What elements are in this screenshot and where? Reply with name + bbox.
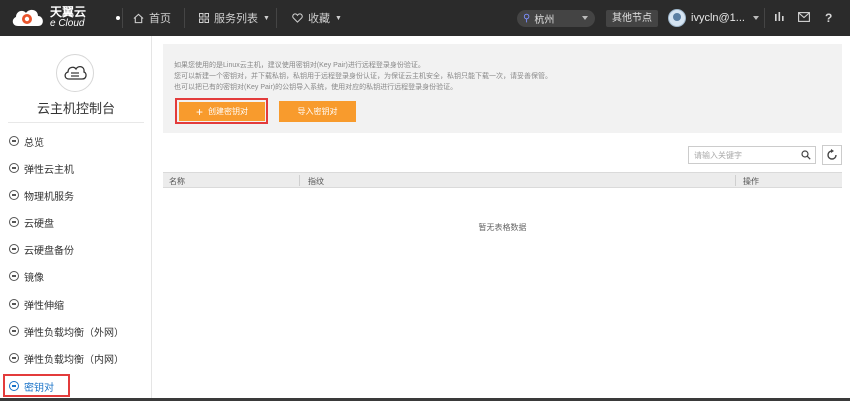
sidebar-item-disk[interactable]: 云硬盘 (0, 209, 152, 235)
nav-favorites[interactable]: 收藏 ▼ (292, 0, 342, 36)
refresh-icon (827, 149, 837, 160)
refresh-button[interactable] (822, 145, 842, 165)
sidebar-item-label: 云硬盘备份 (24, 245, 74, 257)
sidebar-item-elb-internal[interactable]: 弹性负载均衡（内网） (0, 345, 152, 371)
physical-server-icon (9, 190, 19, 200)
nav-favorites-label: 收藏 (308, 13, 330, 25)
chevron-down-icon (752, 16, 759, 20)
empty-table-message: 暂无表格数据 (478, 223, 527, 232)
column-header-name[interactable]: 名称 (169, 176, 185, 187)
search-box (688, 146, 816, 164)
sidebar-item-label: 弹性负载均衡（外网） (24, 327, 124, 339)
load-balancer-icon (9, 353, 19, 363)
home-icon (133, 13, 144, 23)
sidebar-divider (8, 122, 144, 123)
location-pin-icon: ⚲ (523, 13, 531, 24)
sidebar-item-label: 物理机服务 (24, 191, 74, 203)
column-header-fingerprint[interactable]: 指纹 (308, 176, 324, 187)
grid-icon (199, 13, 209, 23)
user-menu[interactable]: ivycln@1... (668, 8, 759, 28)
notice-line: 如果您使用的是Linux云主机，建议使用密钥对(Key Pair)进行远程登录身… (174, 62, 425, 69)
nav-services[interactable]: 服务列表 ▼ (199, 0, 270, 36)
search-icon[interactable] (801, 150, 811, 160)
heart-icon (292, 13, 303, 23)
console-title: 云主机控制台 (36, 101, 115, 116)
sidebar-item-label: 云硬盘 (24, 218, 54, 230)
help-icon[interactable]: ? (825, 11, 832, 25)
sidebar-item-image[interactable]: 镜像 (0, 263, 152, 289)
sidebar-item-label: 总览 (24, 137, 44, 149)
nav-divider (276, 8, 277, 28)
nav-divider (122, 8, 123, 28)
scaling-icon (9, 299, 19, 309)
sidebar-item-label: 镜像 (24, 272, 44, 284)
console-logo (56, 54, 94, 92)
column-divider (299, 175, 300, 186)
sidebar-item-ecs[interactable]: 弹性云主机 (0, 155, 152, 181)
brand-name-en: e Cloud (50, 18, 85, 29)
search-input[interactable] (689, 147, 797, 163)
brand-name-cn: 天翼云 (50, 5, 87, 19)
notice-line: 也可以把已有的密钥对(Key Pair)的公钥导入系统，使用对应的私钥进行远程登… (174, 84, 458, 91)
column-divider (735, 175, 736, 186)
load-balancer-icon (9, 326, 19, 336)
backup-icon (9, 244, 19, 254)
image-icon (9, 271, 19, 281)
brand-text: 天翼云 e Cloud (50, 5, 87, 29)
brand-logo[interactable]: 天翼云 e Cloud (10, 4, 120, 32)
top-navbar: 天翼云 e Cloud 首页 服务列表 ▼ 收藏 ▼ ⚲ 杭州 其他节点 ivy… (0, 0, 850, 36)
server-icon (9, 163, 19, 173)
bars-icon[interactable] (774, 11, 785, 25)
chevron-down-icon: ▼ (263, 14, 270, 22)
create-button-highlight (175, 98, 268, 124)
nav-home[interactable]: 首页 (133, 0, 171, 36)
sidebar-item-elb-external[interactable]: 弹性负载均衡（外网） (0, 318, 152, 344)
sidebar-item-label: 弹性云主机 (24, 164, 74, 176)
cloud-logo-icon (12, 9, 43, 26)
mail-icon[interactable] (798, 11, 810, 25)
chevron-down-icon (582, 16, 588, 20)
import-keypair-button[interactable]: 导入密钥对 (279, 101, 356, 122)
nav-divider (764, 8, 765, 28)
app-frame: 天翼云 e Cloud 首页 服务列表 ▼ 收藏 ▼ ⚲ 杭州 其他节点 ivy… (0, 0, 850, 401)
sidebar-item-label: 弹性负载均衡（内网） (24, 354, 124, 366)
other-nodes-button[interactable]: 其他节点 (606, 10, 658, 27)
brand-dot (116, 16, 120, 20)
nav-home-label: 首页 (149, 13, 171, 25)
sidebar-item-bare-metal[interactable]: 物理机服务 (0, 182, 152, 208)
username: ivycln@1... (691, 12, 745, 24)
cloud-server-icon (64, 65, 87, 80)
region-selector[interactable]: ⚲ 杭州 (517, 10, 595, 27)
sidebar-item-label: 弹性伸缩 (24, 300, 64, 312)
avatar (668, 9, 686, 27)
active-item-highlight (3, 374, 70, 397)
chevron-down-icon: ▼ (335, 14, 342, 22)
sidebar-item-autoscaling[interactable]: 弹性伸缩 (0, 291, 152, 317)
overview-icon (9, 136, 19, 146)
notice-line: 您可以新建一个密钥对，并下载私钥，私钥用于远程登录身份认证，为保证云主机安全，私… (174, 73, 552, 80)
nav-services-label: 服务列表 (214, 13, 258, 25)
disk-icon (9, 217, 19, 227)
column-header-actions[interactable]: 操作 (743, 176, 759, 187)
table-header: 名称 指纹 操作 (163, 172, 842, 188)
region-label: 杭州 (534, 15, 555, 26)
sidebar-item-disk-backup[interactable]: 云硬盘备份 (0, 236, 152, 262)
nav-divider (184, 8, 185, 28)
sidebar-item-overview[interactable]: 总览 (0, 128, 152, 154)
